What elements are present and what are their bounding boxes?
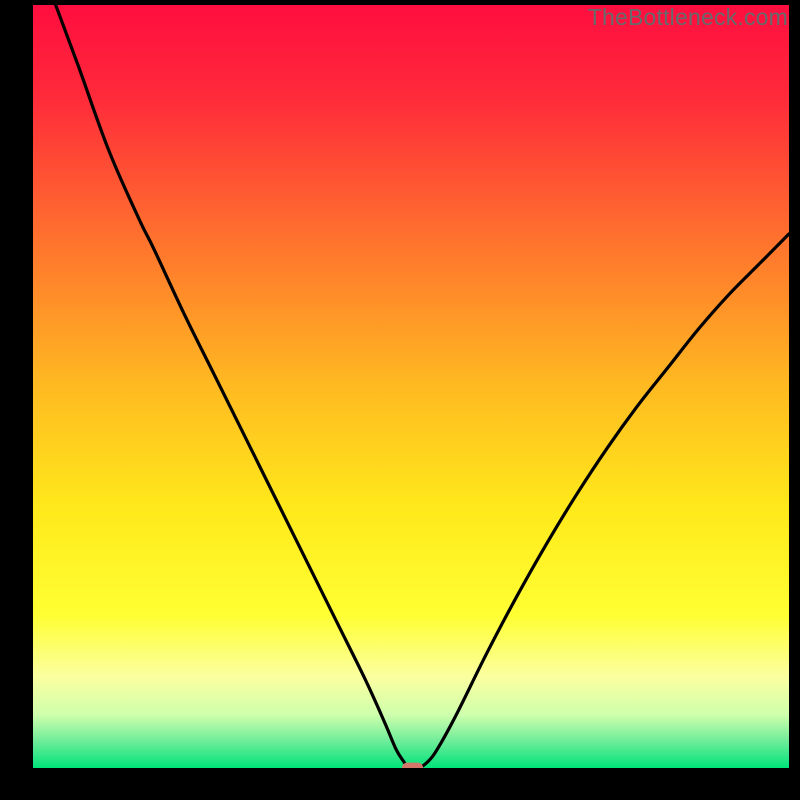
chart-svg bbox=[33, 5, 789, 768]
optimal-point-marker bbox=[402, 763, 423, 768]
watermark-text: TheBottleneck.com bbox=[588, 4, 788, 31]
chart-frame: TheBottleneck.com bbox=[0, 0, 800, 800]
gradient-background bbox=[33, 5, 789, 768]
plot-area bbox=[33, 5, 789, 768]
